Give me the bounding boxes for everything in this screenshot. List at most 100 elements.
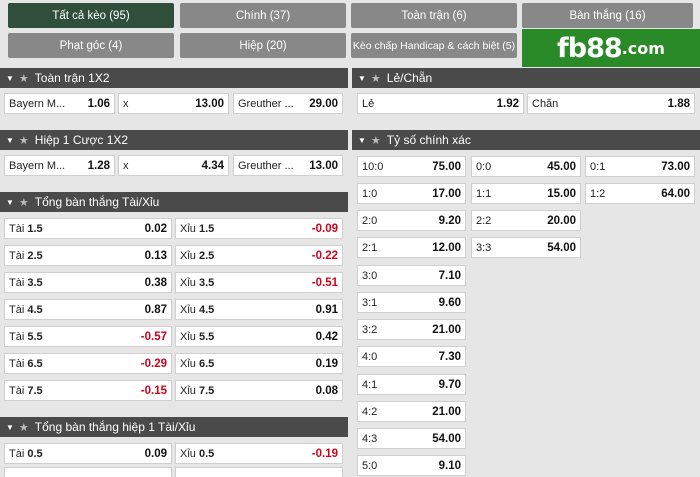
favorite-star-icon[interactable]: ★: [19, 134, 29, 147]
score-cell[interactable]: 3:0 7.10: [357, 265, 466, 286]
over-cell[interactable]: Tài 1.5 0.02: [4, 218, 172, 239]
odd-cell-away[interactable]: Greuther ... 29.00: [233, 93, 343, 114]
cell-odd: -0.09: [311, 222, 338, 235]
cell-label: 3:1: [362, 296, 378, 309]
score-cell[interactable]: 2:1 12.00: [357, 237, 466, 258]
over-cell[interactable]: Tài 2.5 0.13: [4, 245, 172, 266]
score-cell[interactable]: 4:3 54.00: [357, 428, 466, 449]
under-cell[interactable]: Xỉu 4.5 0.91: [175, 299, 343, 320]
score-cell[interactable]: 3:3 54.00: [471, 237, 581, 258]
tab-corners[interactable]: Phạt góc (4): [8, 33, 174, 58]
panel-header[interactable]: ▼ ★ Tỷ số chính xác: [352, 130, 700, 150]
collapse-arrow-icon[interactable]: ▼: [6, 136, 14, 145]
score-cell[interactable]: 2:2 20.00: [471, 210, 581, 231]
cell-label: 1:0: [362, 187, 378, 200]
cell-label: Tài 2.5: [9, 249, 43, 262]
tab-all-markets[interactable]: Tất cả kèo (95): [8, 3, 174, 28]
under-cell[interactable]: Xỉu 1.5 -0.09: [175, 218, 343, 239]
cell-odd: 0.91: [315, 303, 338, 316]
cell-label: Tài 3.5: [9, 276, 43, 289]
odd-cell-home[interactable]: Bayern M... 1.06: [4, 93, 115, 114]
score-cell[interactable]: 0:0 45.00: [471, 156, 581, 177]
odd-cell-draw[interactable]: x 4.34: [118, 155, 229, 176]
cell-label: Chẵn: [532, 97, 559, 110]
fb88-logo: fb88 .com: [522, 29, 700, 67]
score-cell[interactable]: 4:0 7.30: [357, 346, 466, 367]
under-cell[interactable]: Xỉu 6.5 0.19: [175, 353, 343, 374]
over-cell[interactable]: Tài 7.5 -0.15: [4, 380, 172, 401]
score-cell[interactable]: 1:1 15.00: [471, 183, 581, 204]
panel-half1-1x2: ▼ ★ Hiệp 1 Cược 1X2: [0, 130, 348, 150]
panel-header[interactable]: ▼ ★ Tổng bàn thắng hiệp 1 Tài/Xỉu: [0, 417, 348, 437]
panel-header[interactable]: ▼ ★ Lẻ/Chẵn: [352, 68, 700, 88]
over-cell[interactable]: [4, 467, 172, 477]
cell-odd: 17.00: [432, 187, 461, 200]
odd-cell-home[interactable]: Bayern M... 1.28: [4, 155, 115, 176]
panel-header[interactable]: ▼ ★ Hiệp 1 Cược 1X2: [0, 130, 348, 150]
score-cell[interactable]: 1:0 17.00: [357, 183, 466, 204]
cell-label: 3:0: [362, 269, 378, 282]
score-cell[interactable]: 1:2 64.00: [585, 183, 695, 204]
cell-label: 3:3: [476, 241, 492, 254]
favorite-star-icon[interactable]: ★: [371, 72, 381, 85]
tab-full-match[interactable]: Toàn trận (6): [351, 3, 517, 28]
cell-odd: 1.28: [87, 159, 110, 172]
panel-header[interactable]: ▼ ★ Toàn trận 1X2: [0, 68, 348, 88]
odd-cell-even[interactable]: Chẵn 1.88: [527, 93, 695, 114]
cell-odd: 9.70: [438, 378, 461, 391]
tab-handicap[interactable]: Kèo chấp Handicap & cách biệt (5): [351, 33, 517, 58]
cell-label: Xỉu 3.5: [180, 276, 215, 289]
collapse-arrow-icon[interactable]: ▼: [6, 198, 14, 207]
cell-label: Xỉu 1.5: [180, 222, 215, 235]
under-cell[interactable]: Xỉu 2.5 -0.22: [175, 245, 343, 266]
cell-label: Greuther ...: [238, 159, 294, 172]
cell-odd: 0.13: [144, 249, 167, 262]
cell-label: Tài 0.5: [9, 447, 43, 460]
under-cell[interactable]: Xỉu 7.5 0.08: [175, 380, 343, 401]
cell-label: Xỉu 7.5: [180, 384, 215, 397]
collapse-arrow-icon[interactable]: ▼: [6, 423, 14, 432]
panel-header[interactable]: ▼ ★ Tổng bàn thắng Tài/Xỉu: [0, 192, 348, 212]
score-cell[interactable]: 0:1 73.00: [585, 156, 695, 177]
over-cell[interactable]: Tài 0.5 0.09: [4, 443, 172, 464]
favorite-star-icon[interactable]: ★: [19, 72, 29, 85]
under-cell[interactable]: [175, 467, 343, 477]
score-cell[interactable]: 4:2 21.00: [357, 401, 466, 422]
score-cell[interactable]: 4:1 9.70: [357, 374, 466, 395]
odd-cell-away[interactable]: Greuther ... 13.00: [233, 155, 343, 176]
cell-odd: 54.00: [432, 432, 461, 445]
score-cell[interactable]: 10:0 75.00: [357, 156, 466, 177]
cell-odd: 15.00: [547, 187, 576, 200]
score-cell[interactable]: 3:2 21.00: [357, 319, 466, 340]
collapse-arrow-icon[interactable]: ▼: [6, 74, 14, 83]
tab-halves[interactable]: Hiệp (20): [180, 33, 346, 58]
tab-main[interactable]: Chính (37): [180, 3, 346, 28]
score-cell[interactable]: 5:0 9.10: [357, 455, 466, 476]
favorite-star-icon[interactable]: ★: [19, 421, 29, 434]
score-cell[interactable]: 2:0 9.20: [357, 210, 466, 231]
panel-title: Tổng bàn thắng Tài/Xỉu: [34, 195, 160, 209]
cell-label: Bayern M...: [9, 97, 66, 110]
cell-odd: 21.00: [432, 405, 461, 418]
cell-label: x: [123, 159, 129, 172]
under-cell[interactable]: Xỉu 0.5 -0.19: [175, 443, 343, 464]
collapse-arrow-icon[interactable]: ▼: [358, 74, 366, 83]
cell-odd: 0.42: [315, 330, 338, 343]
odd-cell-odd[interactable]: Lẻ 1.92: [357, 93, 524, 114]
cell-label: x: [123, 97, 129, 110]
over-cell[interactable]: Tài 4.5 0.87: [4, 299, 172, 320]
tab-goals[interactable]: Bàn thắng (16): [522, 3, 693, 28]
favorite-star-icon[interactable]: ★: [371, 134, 381, 147]
cell-odd: 7.10: [438, 269, 461, 282]
favorite-star-icon[interactable]: ★: [19, 196, 29, 209]
under-cell[interactable]: Xỉu 3.5 -0.51: [175, 272, 343, 293]
cell-odd: 1.88: [667, 97, 690, 110]
under-cell[interactable]: Xỉu 5.5 0.42: [175, 326, 343, 347]
collapse-arrow-icon[interactable]: ▼: [358, 136, 366, 145]
score-cell[interactable]: 3:1 9.60: [357, 292, 466, 313]
over-cell[interactable]: Tài 5.5 -0.57: [4, 326, 172, 347]
odd-cell-draw[interactable]: x 13.00: [118, 93, 229, 114]
panel-title: Toàn trận 1X2: [34, 71, 110, 85]
over-cell[interactable]: Tài 3.5 0.38: [4, 272, 172, 293]
over-cell[interactable]: Tài 6.5 -0.29: [4, 353, 172, 374]
